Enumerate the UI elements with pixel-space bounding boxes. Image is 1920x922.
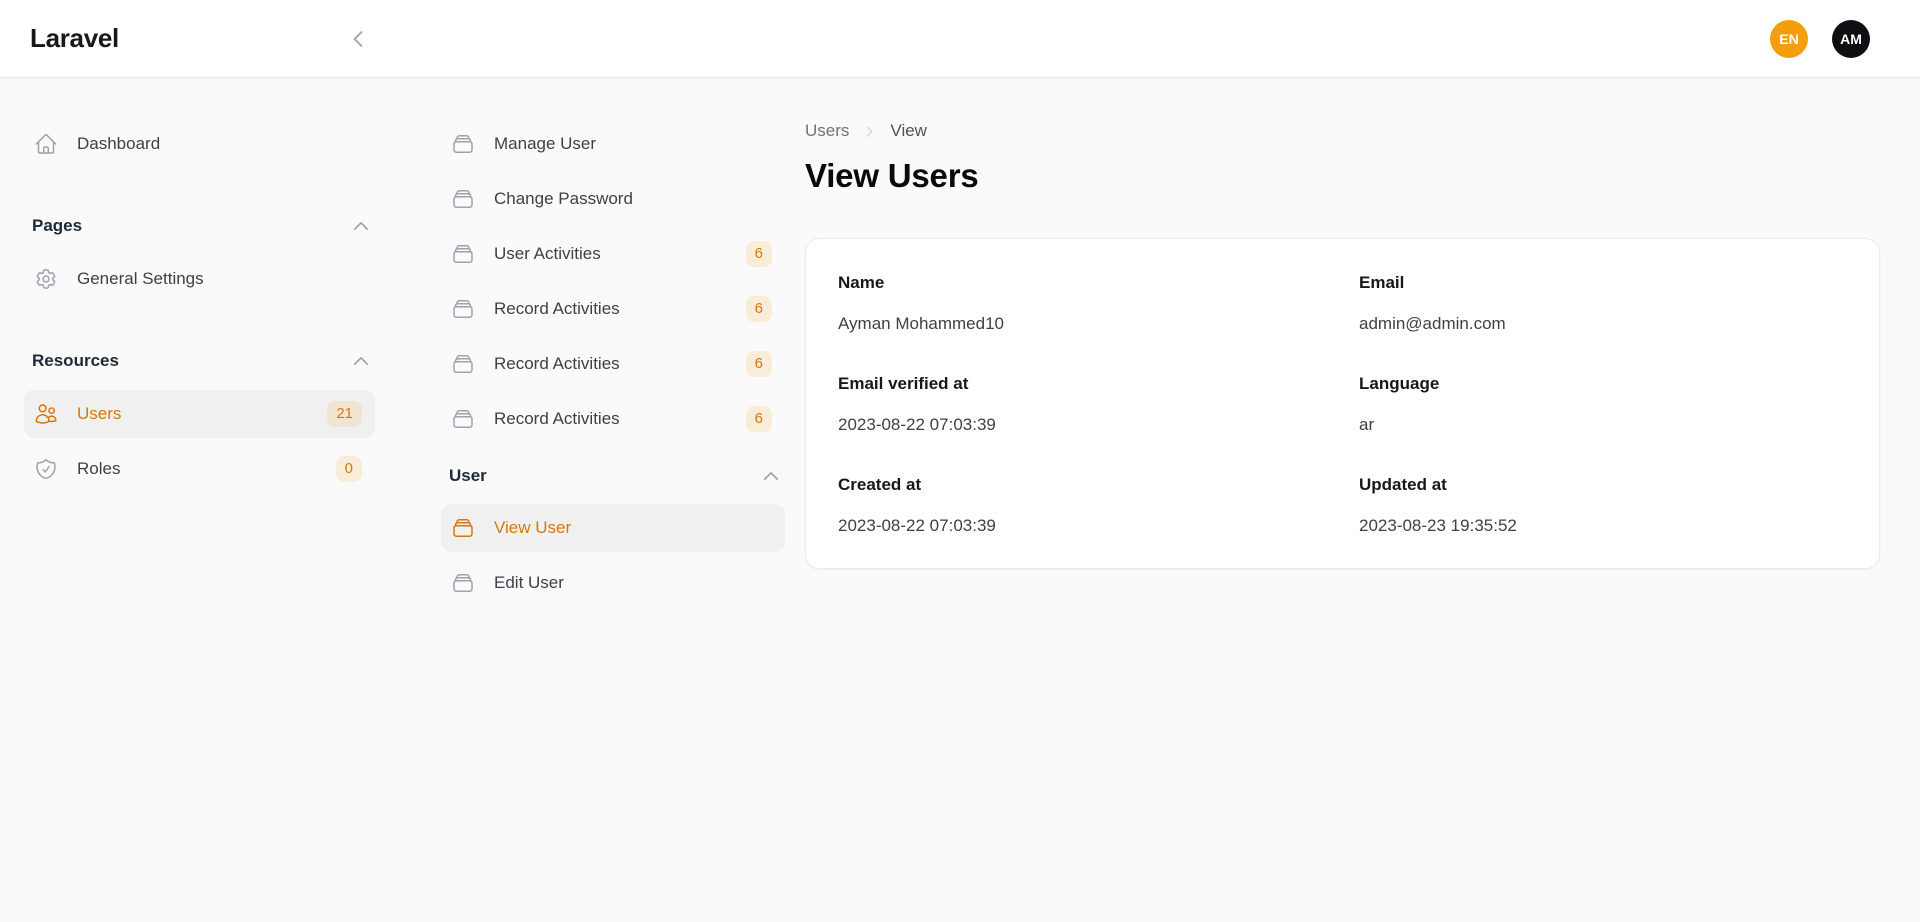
rectangle-stack-icon bbox=[451, 352, 475, 376]
submenu-item-record-activities-1[interactable]: Record Activities 6 bbox=[441, 285, 785, 333]
field-value: admin@admin.com bbox=[1359, 312, 1847, 336]
sidebar-section-pages[interactable]: Pages bbox=[32, 212, 371, 240]
rectangle-stack-icon bbox=[451, 407, 475, 431]
topbar: Laravel EN AM bbox=[0, 0, 1920, 78]
field-label: Email verified at bbox=[838, 372, 1359, 396]
submenu-item-label: Edit User bbox=[494, 573, 772, 593]
home-icon bbox=[34, 132, 58, 156]
sidebar-item-roles[interactable]: Roles 0 bbox=[24, 445, 375, 493]
breadcrumb-item-users[interactable]: Users bbox=[805, 121, 849, 141]
field-email-verified-at: Email verified at 2023-08-22 07:03:39 bbox=[838, 372, 1359, 437]
field-value: 2023-08-22 07:03:39 bbox=[838, 413, 1359, 437]
section-label: Pages bbox=[32, 216, 82, 236]
submenu-item-label: Manage User bbox=[494, 134, 772, 154]
field-value: 2023-08-23 19:35:52 bbox=[1359, 514, 1847, 538]
sidebar: Dashboard Pages General Settings Resourc… bbox=[24, 120, 375, 500]
rectangle-stack-icon bbox=[451, 571, 475, 595]
page-title: View Users bbox=[805, 154, 1880, 198]
users-count-badge: 21 bbox=[327, 401, 362, 427]
submenu-item-user-activities[interactable]: User Activities 6 bbox=[441, 230, 785, 278]
field-label: Language bbox=[1359, 372, 1847, 396]
users-icon bbox=[34, 402, 58, 426]
field-label: Updated at bbox=[1359, 473, 1847, 497]
chevron-up-icon bbox=[761, 466, 781, 486]
submenu-item-manage-user[interactable]: Manage User bbox=[441, 120, 785, 168]
submenu-item-label: User Activities bbox=[494, 244, 727, 264]
rectangle-stack-icon bbox=[451, 516, 475, 540]
rectangle-stack-icon bbox=[451, 187, 475, 211]
topbar-actions: EN AM bbox=[1770, 20, 1870, 58]
submenu-item-label: Record Activities bbox=[494, 409, 727, 429]
field-label: Created at bbox=[838, 473, 1359, 497]
chevron-left-icon bbox=[347, 28, 369, 50]
rectangle-stack-icon bbox=[451, 297, 475, 321]
sidebar-section-resources[interactable]: Resources bbox=[32, 347, 371, 375]
section-label: User bbox=[449, 466, 487, 486]
avatar[interactable]: AM bbox=[1832, 20, 1870, 58]
page-layout: Dashboard Pages General Settings Resourc… bbox=[0, 78, 1920, 614]
sidebar-item-users[interactable]: Users 21 bbox=[24, 390, 375, 438]
sidebar-item-general-settings[interactable]: General Settings bbox=[24, 255, 375, 303]
field-label: Email bbox=[1359, 271, 1847, 295]
sidebar-item-label: Dashboard bbox=[77, 134, 362, 154]
chevron-up-icon bbox=[351, 351, 371, 371]
user-details-card: Name Ayman Mohammed10 Email admin@admin.… bbox=[805, 238, 1880, 569]
field-updated-at: Updated at 2023-08-23 19:35:52 bbox=[1359, 473, 1847, 538]
sidebar-item-label: General Settings bbox=[77, 269, 362, 289]
sidebar-item-label: Users bbox=[77, 404, 308, 424]
field-value: ar bbox=[1359, 413, 1847, 437]
field-email: Email admin@admin.com bbox=[1359, 271, 1847, 336]
roles-count-badge: 0 bbox=[336, 456, 362, 482]
sidebar-item-label: Roles bbox=[77, 459, 317, 479]
submenu-section-user[interactable]: User bbox=[449, 462, 781, 490]
submenu-item-label: Change Password bbox=[494, 189, 772, 209]
resource-submenu: Manage User Change Password User Activit… bbox=[441, 120, 785, 614]
activities-count-badge: 6 bbox=[746, 406, 772, 432]
submenu-item-label: View User bbox=[494, 518, 772, 538]
breadcrumb-item-view: View bbox=[890, 121, 927, 141]
activities-count-badge: 6 bbox=[746, 241, 772, 267]
field-language: Language ar bbox=[1359, 372, 1847, 437]
submenu-item-record-activities-3[interactable]: Record Activities 6 bbox=[441, 395, 785, 443]
field-created-at: Created at 2023-08-22 07:03:39 bbox=[838, 473, 1359, 538]
language-switcher-badge[interactable]: EN bbox=[1770, 20, 1808, 58]
gear-icon bbox=[34, 267, 58, 291]
activities-count-badge: 6 bbox=[746, 351, 772, 377]
sidebar-item-dashboard[interactable]: Dashboard bbox=[24, 120, 375, 168]
field-name: Name Ayman Mohammed10 bbox=[838, 271, 1359, 336]
field-label: Name bbox=[838, 271, 1359, 295]
field-value: Ayman Mohammed10 bbox=[838, 312, 1359, 336]
submenu-item-label: Record Activities bbox=[494, 299, 727, 319]
submenu-item-view-user[interactable]: View User bbox=[441, 504, 785, 552]
activities-count-badge: 6 bbox=[746, 296, 772, 322]
shield-check-icon bbox=[34, 457, 58, 481]
chevron-up-icon bbox=[351, 216, 371, 236]
submenu-item-edit-user[interactable]: Edit User bbox=[441, 559, 785, 607]
breadcrumb: Users View bbox=[805, 120, 1880, 142]
submenu-item-record-activities-2[interactable]: Record Activities 6 bbox=[441, 340, 785, 388]
brand-logo: Laravel bbox=[30, 23, 119, 54]
submenu-item-change-password[interactable]: Change Password bbox=[441, 175, 785, 223]
main-content: Users View View Users Name Ayman Mohamme… bbox=[805, 120, 1880, 569]
rectangle-stack-icon bbox=[451, 242, 475, 266]
section-label: Resources bbox=[32, 351, 119, 371]
sidebar-collapse-button[interactable] bbox=[344, 25, 372, 53]
submenu-item-label: Record Activities bbox=[494, 354, 727, 374]
rectangle-stack-icon bbox=[451, 132, 475, 156]
field-value: 2023-08-22 07:03:39 bbox=[838, 514, 1359, 538]
chevron-right-icon bbox=[862, 124, 877, 139]
